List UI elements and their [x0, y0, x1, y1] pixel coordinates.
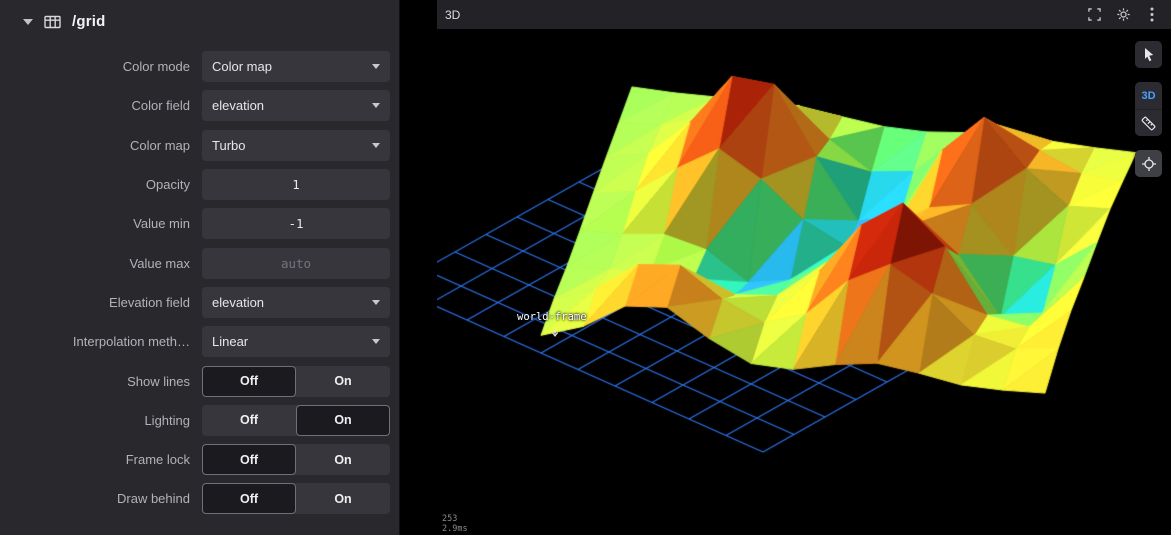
- fullscreen-button[interactable]: [1083, 4, 1105, 26]
- opacity-input[interactable]: [202, 169, 390, 201]
- render-stat-count: 253: [442, 514, 458, 524]
- setting-label: Opacity: [145, 177, 190, 193]
- setting-label: Interpolation meth…: [72, 334, 190, 350]
- settings-row-lighting: Lighting Off On: [0, 401, 399, 440]
- frame-lock-on-button[interactable]: On: [296, 444, 390, 475]
- render-stat-time: 2.9ms: [442, 524, 468, 534]
- chevron-down-icon: [372, 142, 380, 148]
- app-root: /grid Color mode Color map Color field elev…: [0, 0, 1171, 535]
- setting-label: Color field: [131, 98, 190, 114]
- chevron-down-icon: [23, 18, 33, 25]
- gear-icon: [1116, 8, 1130, 21]
- settings-row-color-field: Color field elevation: [0, 86, 399, 125]
- color-field-select[interactable]: elevation: [202, 90, 390, 122]
- select-value: elevation: [212, 98, 265, 114]
- perspective-toggle-button[interactable]: 3D: [1135, 82, 1162, 109]
- panel-toolbar-icons: [1083, 4, 1163, 26]
- layer-title: /grid: [72, 13, 106, 30]
- show-lines-off-button[interactable]: Off: [202, 365, 296, 397]
- select-tool-button[interactable]: [1135, 41, 1162, 68]
- setting-label: Draw behind: [117, 491, 190, 507]
- crosshair-target-icon: [1141, 156, 1156, 171]
- chevron-down-icon: [372, 299, 380, 305]
- setting-label: Show lines: [127, 373, 190, 389]
- settings-row-frame-lock: Frame lock Off On: [0, 440, 399, 479]
- setting-label: Color mode: [122, 59, 190, 75]
- measure-tool-button[interactable]: [1135, 109, 1162, 136]
- frame-label[interactable]: world-frame: [517, 311, 587, 323]
- ruler-icon: [1141, 116, 1156, 130]
- frame-lock-off-button[interactable]: Off: [202, 444, 296, 476]
- draw-behind-toggle: Off On: [202, 483, 390, 515]
- draw-behind-on-button[interactable]: On: [296, 483, 390, 514]
- show-lines-on-button[interactable]: On: [296, 366, 390, 397]
- select-value: Linear: [212, 334, 249, 350]
- draw-behind-off-button[interactable]: Off: [202, 483, 296, 515]
- settings-row-elevation-field: Elevation field elevation: [0, 283, 399, 322]
- panel-settings-button[interactable]: [1112, 4, 1134, 26]
- viewport-tool-column: 3D: [1135, 41, 1162, 177]
- cursor-icon: [1144, 48, 1153, 62]
- settings-list: Color mode Color map Color field elevation C…: [0, 43, 399, 519]
- settings-row-show-lines: Show lines Off On: [0, 361, 399, 400]
- chevron-down-icon: [372, 64, 380, 70]
- select-value: Turbo: [212, 137, 246, 153]
- target-tool-group: [1135, 150, 1162, 177]
- settings-row-value-min: Value min: [0, 204, 399, 243]
- select-value: elevation: [212, 294, 265, 310]
- select-tool-group: [1135, 41, 1162, 68]
- more-options-button[interactable]: [1141, 4, 1163, 26]
- chevron-down-icon: [372, 103, 380, 109]
- settings-row-interpolation-method: Interpolation meth… Linear: [0, 322, 399, 361]
- render-stats: 253 2.9ms: [442, 514, 468, 534]
- chevron-down-icon: [372, 339, 380, 345]
- fullscreen-icon: [1087, 8, 1101, 21]
- threed-panel: 3D 3D world-frame 253 2.9ms: [400, 0, 1171, 535]
- settings-row-color-map: Color map Turbo: [0, 126, 399, 165]
- setting-label: Color map: [130, 137, 190, 153]
- color-mode-select[interactable]: Color map: [202, 51, 390, 83]
- threed-scene-canvas[interactable]: [437, 29, 1171, 535]
- frame-label-text: world-frame: [517, 311, 587, 323]
- setting-label: Elevation field: [109, 294, 190, 310]
- settings-row-color-mode: Color mode Color map: [0, 47, 399, 86]
- kebab-menu-icon: [1150, 7, 1154, 22]
- elevation-field-select[interactable]: elevation: [202, 286, 390, 318]
- frame-lock-toggle: Off On: [202, 444, 390, 476]
- show-lines-toggle: Off On: [202, 365, 390, 397]
- select-value: Color map: [212, 59, 272, 75]
- panel-title: 3D: [445, 7, 461, 22]
- value-max-input[interactable]: [202, 247, 390, 279]
- settings-sidebar: /grid Color mode Color map Color field elev…: [0, 0, 400, 535]
- setting-label: Lighting: [144, 412, 190, 428]
- color-map-select[interactable]: Turbo: [202, 129, 390, 161]
- lighting-on-button[interactable]: On: [296, 404, 390, 436]
- camera-tool-group: 3D: [1135, 82, 1162, 136]
- setting-label: Value max: [129, 255, 190, 271]
- setting-label: Frame lock: [125, 452, 190, 468]
- setting-label: Value min: [133, 216, 190, 232]
- lighting-off-button[interactable]: Off: [202, 405, 296, 436]
- interpolation-method-select[interactable]: Linear: [202, 326, 390, 358]
- grid-layer-icon: [44, 15, 61, 29]
- camera-target-button[interactable]: [1135, 150, 1162, 177]
- value-min-input[interactable]: [202, 208, 390, 240]
- grid-layer-header[interactable]: /grid: [0, 0, 399, 43]
- lighting-toggle: Off On: [202, 404, 390, 436]
- panel-toolbar: 3D: [437, 0, 1171, 29]
- settings-row-draw-behind: Draw behind Off On: [0, 479, 399, 518]
- frame-axes-marker: [550, 325, 560, 343]
- settings-row-value-max: Value max: [0, 243, 399, 282]
- settings-row-opacity: Opacity: [0, 165, 399, 204]
